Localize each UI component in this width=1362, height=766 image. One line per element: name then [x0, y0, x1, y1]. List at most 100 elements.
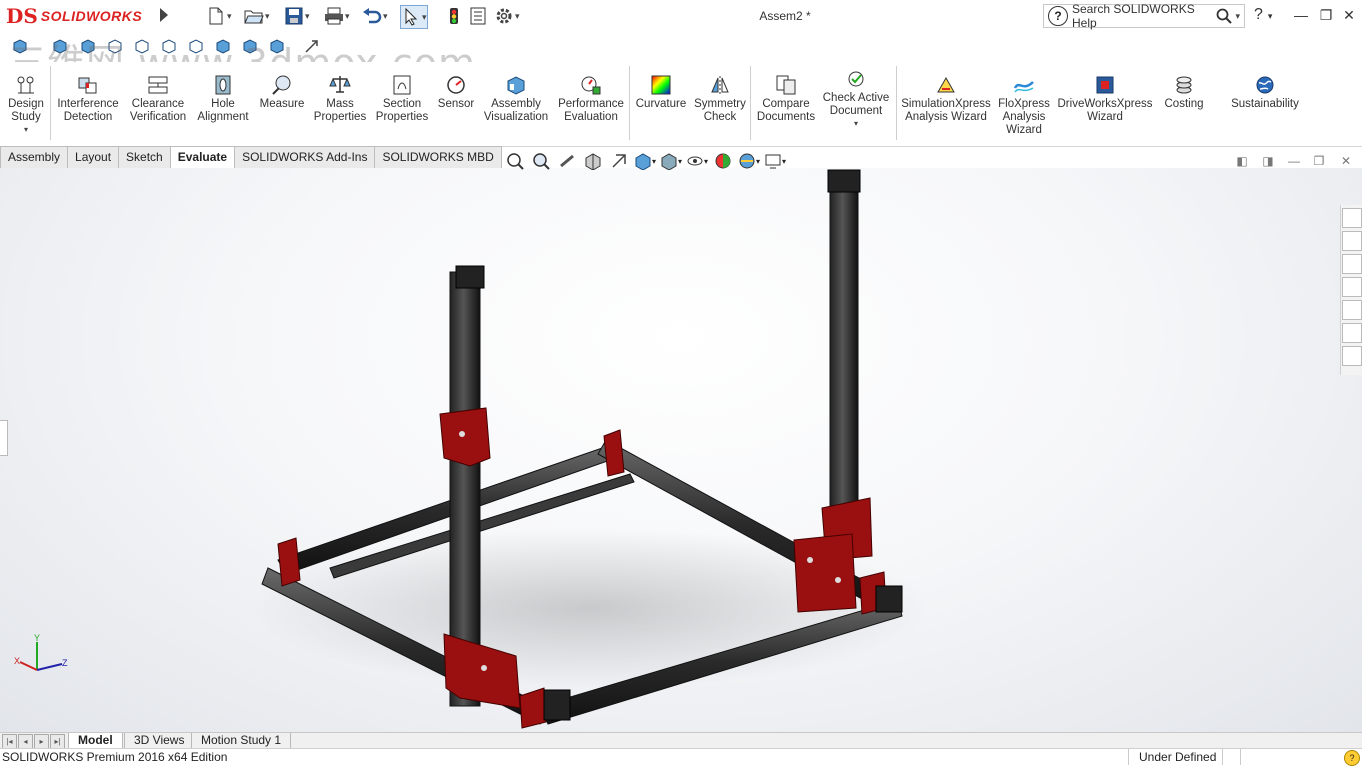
prev-tab-icon[interactable]: ◂: [18, 734, 33, 749]
heads-up-toolbar: ▾ ▾ ▾ ▾ ▾: [504, 148, 790, 174]
bolt: [835, 577, 841, 583]
viewport-restore-icon[interactable]: ❐: [1310, 152, 1328, 170]
view-settings-icon[interactable]: ▾: [764, 150, 786, 172]
tab-3d-views[interactable]: 3D Views: [124, 733, 195, 749]
tab-model[interactable]: Model: [68, 733, 123, 749]
edit-appearance-icon[interactable]: [712, 150, 734, 172]
feature-manager-toggle[interactable]: [0, 420, 8, 456]
check-active-document-button[interactable]: Check Active Document ▾: [822, 64, 890, 144]
display-style-icon[interactable]: ▾: [660, 150, 682, 172]
viewport-close-icon[interactable]: ✕: [1337, 152, 1355, 170]
select-button[interactable]: ▾: [400, 5, 428, 29]
file-explorer-icon[interactable]: [1342, 277, 1362, 297]
driveworksxpress-button[interactable]: DriveWorksXpress Wizard: [1056, 64, 1154, 144]
curvature-label: Curvature: [635, 98, 687, 110]
undo-button[interactable]: ▾: [362, 5, 388, 27]
search-dropdown-icon[interactable]: ▾: [1235, 11, 1240, 22]
dynamic-annotation-icon[interactable]: [608, 150, 630, 172]
sustainability-button[interactable]: Sustainability: [1224, 64, 1306, 144]
bottom-tabs-bar: |◂ ◂ ▸ ▸| Model 3D Views Motion Study 1: [0, 732, 1362, 749]
restore-button[interactable]: ❐: [1315, 5, 1337, 25]
hole-alignment-button[interactable]: Hole Alignment: [194, 64, 252, 144]
minimize-button[interactable]: —: [1290, 5, 1312, 25]
gear-icon: [494, 6, 514, 26]
file-properties-icon: [468, 6, 488, 26]
costing-button[interactable]: Costing: [1158, 64, 1210, 144]
check-document-icon: [848, 71, 864, 87]
performance-evaluation-label: Performance Evaluation: [558, 98, 624, 123]
driveworksxpress-label: DriveWorksXpress Wizard: [1057, 98, 1153, 123]
design-study-dropdown-icon[interactable]: ▾: [24, 125, 28, 134]
tile-right-icon[interactable]: ◨: [1259, 152, 1277, 170]
traffic-light-icon: [444, 6, 464, 26]
search-icon[interactable]: [1213, 6, 1235, 26]
interference-detection-button[interactable]: Interference Detection: [54, 64, 122, 144]
command-tabs: Assembly Layout Sketch Evaluate SOLIDWOR…: [0, 146, 502, 168]
view-palette-icon[interactable]: [1342, 300, 1362, 320]
search-help-field[interactable]: ? Search SOLIDWORKS Help ▾: [1043, 2, 1245, 30]
simulationxpress-button[interactable]: SimulationXpress Analysis Wizard: [900, 64, 992, 144]
open-button[interactable]: ▾: [244, 5, 270, 27]
zoom-to-fit-icon[interactable]: [504, 150, 526, 172]
post-cap-left: [455, 265, 485, 289]
tab-solidworks-mbd[interactable]: SOLIDWORKS MBD: [374, 146, 502, 168]
view-orientation-icon[interactable]: ▾: [634, 150, 656, 172]
tab-assembly[interactable]: Assembly: [0, 146, 69, 168]
curvature-button[interactable]: Curvature: [634, 64, 688, 144]
title-bar: DS SOLIDWORKS ▾ ▾ ▾ ▾ ▾ ▾ ▾ Assem2 * ? Se…: [0, 0, 1362, 33]
apply-scene-icon[interactable]: ▾: [738, 150, 760, 172]
close-button[interactable]: ✕: [1338, 5, 1360, 25]
mass-properties-button[interactable]: Mass Properties: [312, 64, 368, 144]
previous-view-icon[interactable]: [556, 150, 578, 172]
simulation-icon: [937, 76, 955, 93]
last-tab-icon[interactable]: ▸|: [50, 734, 65, 749]
corner-bracket: [277, 537, 301, 587]
custom-properties-icon[interactable]: [1342, 346, 1362, 366]
save-icon: [284, 6, 304, 26]
check-document-dropdown-icon[interactable]: ▾: [854, 119, 858, 128]
rebuild-button[interactable]: [444, 5, 464, 27]
design-study-button[interactable]: Design Study ▾: [4, 64, 48, 144]
tab-motion-study-1[interactable]: Motion Study 1: [191, 733, 292, 749]
print-button[interactable]: ▾: [324, 5, 350, 27]
resources-icon[interactable]: [1342, 231, 1362, 251]
help-circle-icon: ?: [1048, 6, 1068, 26]
open-folder-icon: [244, 6, 264, 26]
measure-button[interactable]: Measure: [256, 64, 308, 144]
next-tab-icon[interactable]: ▸: [34, 734, 49, 749]
carriage-plate-right-bottom: [793, 533, 857, 613]
tab-layout[interactable]: Layout: [67, 146, 120, 168]
home-icon[interactable]: [1342, 208, 1362, 228]
costing-icon: [1176, 76, 1192, 94]
symmetry-check-button[interactable]: Symmetry Check: [692, 64, 748, 144]
options-button[interactable]: ▾: [494, 5, 520, 27]
save-button[interactable]: ▾: [284, 5, 310, 27]
file-properties-button[interactable]: [468, 5, 488, 27]
graphics-area[interactable]: [0, 168, 1362, 733]
compare-documents-button[interactable]: Compare Documents: [754, 64, 818, 144]
tile-left-icon[interactable]: ◧: [1233, 152, 1251, 170]
curvature-icon: [651, 75, 671, 95]
solidworks-logo[interactable]: DS SOLIDWORKS: [6, 4, 154, 28]
assembly-visualization-button[interactable]: Assembly Visualization: [480, 64, 552, 144]
tab-solidworks-addins[interactable]: SOLIDWORKS Add-Ins: [234, 146, 376, 168]
floxpress-button[interactable]: FloXpress Analysis Wizard: [996, 64, 1052, 144]
tab-sketch[interactable]: Sketch: [118, 146, 171, 168]
first-tab-icon[interactable]: |◂: [2, 734, 17, 749]
section-properties-button[interactable]: Section Properties: [372, 64, 432, 144]
appearances-icon[interactable]: [1342, 323, 1362, 343]
zoom-to-area-icon[interactable]: [530, 150, 552, 172]
triad-z-axis: [36, 663, 63, 671]
new-document-button[interactable]: ▾: [206, 5, 232, 27]
help-menu-button[interactable]: ? ▾: [1254, 6, 1272, 24]
performance-evaluation-button[interactable]: Performance Evaluation: [556, 64, 626, 144]
sensor-button[interactable]: Sensor: [434, 64, 478, 144]
menu-expand-arrow-icon[interactable]: [160, 8, 168, 22]
floxpress-label: FloXpress Analysis Wizard: [998, 98, 1050, 136]
clearance-verification-button[interactable]: Clearance Verification: [126, 64, 190, 144]
section-view-icon[interactable]: [582, 150, 604, 172]
tab-evaluate[interactable]: Evaluate: [169, 146, 236, 168]
hide-show-items-icon[interactable]: ▾: [686, 150, 708, 172]
viewport-minimize-icon[interactable]: —: [1285, 152, 1303, 170]
design-library-icon[interactable]: [1342, 254, 1362, 274]
